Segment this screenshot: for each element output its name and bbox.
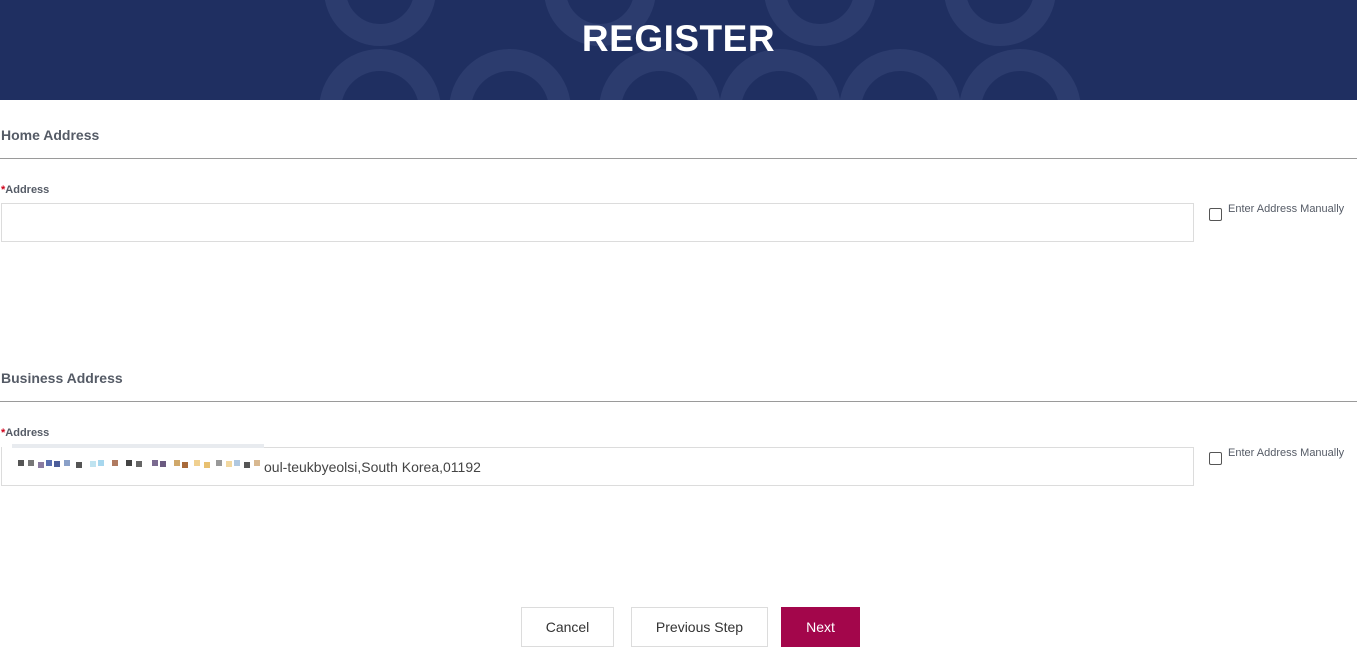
home-address-input[interactable] xyxy=(1,203,1194,242)
page-title: REGISTER xyxy=(581,18,776,59)
home-address-divider xyxy=(0,158,1357,159)
business-address-divider xyxy=(0,401,1357,402)
business-address-label: *Address xyxy=(1,427,49,439)
previous-step-button[interactable]: Previous Step xyxy=(631,607,768,647)
next-button[interactable]: Next xyxy=(781,607,860,647)
home-address-heading: Home Address xyxy=(1,127,100,143)
home-address-label-text: Address xyxy=(5,184,50,196)
cancel-button[interactable]: Cancel xyxy=(521,607,614,647)
business-address-label-text: Address xyxy=(5,427,50,439)
home-address-label: *Address xyxy=(1,184,49,196)
redacted-address-overlay xyxy=(2,444,264,483)
register-banner: REGISTER xyxy=(0,0,1357,100)
business-enter-manually-toggle[interactable]: Enter Address Manually xyxy=(1209,447,1344,465)
business-address-heading: Business Address xyxy=(1,370,123,386)
business-enter-manually-checkbox[interactable] xyxy=(1209,452,1222,465)
home-enter-manually-checkbox[interactable] xyxy=(1209,208,1222,221)
home-enter-manually-label[interactable]: Enter Address Manually xyxy=(1228,203,1344,215)
business-enter-manually-label[interactable]: Enter Address Manually xyxy=(1228,447,1344,459)
home-enter-manually-toggle[interactable]: Enter Address Manually xyxy=(1209,203,1344,221)
